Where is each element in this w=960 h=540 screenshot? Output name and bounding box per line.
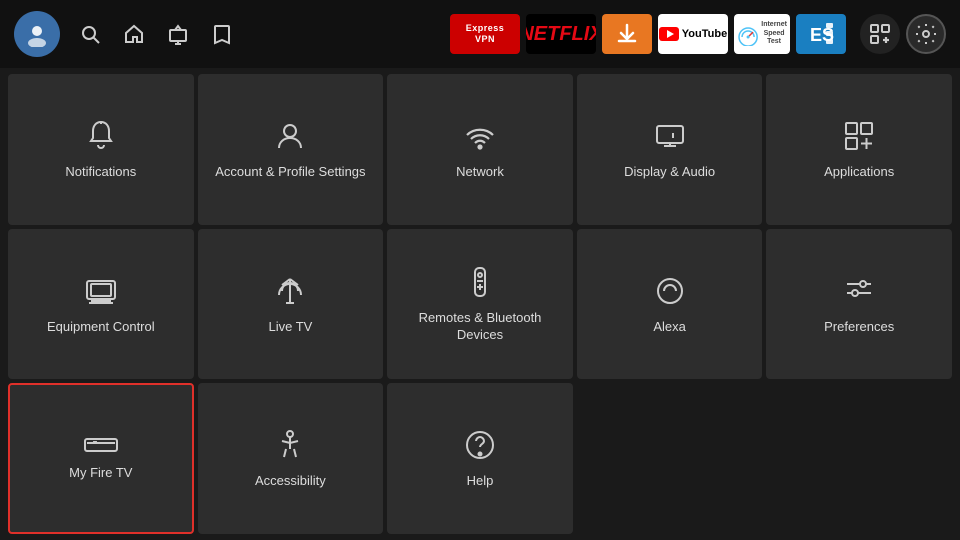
tile-accessibility[interactable]: Accessibility <box>198 383 384 534</box>
grid-button[interactable] <box>860 14 900 54</box>
expressvpn-app[interactable]: ExpressVPN <box>450 14 520 54</box>
remote-icon <box>462 264 498 300</box>
tile-applications[interactable]: Applications <box>766 74 952 225</box>
display-icon <box>652 118 688 154</box>
tile-account[interactable]: Account & Profile Settings <box>198 74 384 225</box>
apps-icon <box>841 118 877 154</box>
tv-icon <box>83 273 119 309</box>
youtube-app[interactable]: YouTube <box>658 14 728 54</box>
downloader-app[interactable] <box>602 14 652 54</box>
topbar: ExpressVPN NETFLIX YouTube InternetSpeed… <box>0 0 960 68</box>
tile-help[interactable]: Help <box>387 383 573 534</box>
alexa-icon <box>652 273 688 309</box>
tile-preferences[interactable]: Preferences <box>766 229 952 380</box>
remotes-bluetooth-label: Remotes & Bluetooth Devices <box>397 310 563 344</box>
tile-notifications[interactable]: Notifications <box>8 74 194 225</box>
bell-icon <box>83 118 119 154</box>
preferences-label: Preferences <box>824 319 894 336</box>
notifications-label: Notifications <box>65 164 136 181</box>
watchlist-icon[interactable] <box>202 14 242 54</box>
accessibility-label: Accessibility <box>255 473 326 490</box>
es-explorer-app[interactable]: ES <box>796 14 846 54</box>
tile-display-audio[interactable]: Display & Audio <box>577 74 763 225</box>
wifi-icon <box>462 118 498 154</box>
antenna-icon <box>272 273 308 309</box>
alexa-label: Alexa <box>653 319 686 336</box>
nav-right <box>860 14 946 54</box>
network-label: Network <box>456 164 504 181</box>
sliders-icon <box>841 273 877 309</box>
account-label: Account & Profile Settings <box>215 164 365 181</box>
tile-live-tv[interactable]: Live TV <box>198 229 384 380</box>
person-icon <box>272 118 308 154</box>
help-icon <box>462 427 498 463</box>
tile-remotes-bluetooth[interactable]: Remotes & Bluetooth Devices <box>387 229 573 380</box>
home-icon[interactable] <box>114 14 154 54</box>
accessibility-icon <box>272 427 308 463</box>
app-shortcuts: ExpressVPN NETFLIX YouTube InternetSpeed… <box>450 14 846 54</box>
tile-my-fire-tv[interactable]: My Fire TV <box>8 383 194 534</box>
display-audio-label: Display & Audio <box>624 164 715 181</box>
equipment-control-label: Equipment Control <box>47 319 155 336</box>
live-tv-icon[interactable] <box>158 14 198 54</box>
avatar[interactable] <box>14 11 60 57</box>
help-label: Help <box>467 473 494 490</box>
tile-equipment-control[interactable]: Equipment Control <box>8 229 194 380</box>
netflix-app[interactable]: NETFLIX <box>526 14 596 54</box>
speed-test-app[interactable]: InternetSpeed Test <box>734 14 790 54</box>
settings-gear-icon[interactable] <box>906 14 946 54</box>
firetv-icon <box>83 435 119 455</box>
search-icon[interactable] <box>70 14 110 54</box>
nav-icons-left <box>70 14 242 54</box>
settings-grid: Notifications Account & Profile Settings… <box>0 68 960 540</box>
tile-alexa[interactable]: Alexa <box>577 229 763 380</box>
tile-network[interactable]: Network <box>387 74 573 225</box>
my-fire-tv-label: My Fire TV <box>69 465 132 482</box>
live-tv-label: Live TV <box>268 319 312 336</box>
applications-label: Applications <box>824 164 894 181</box>
